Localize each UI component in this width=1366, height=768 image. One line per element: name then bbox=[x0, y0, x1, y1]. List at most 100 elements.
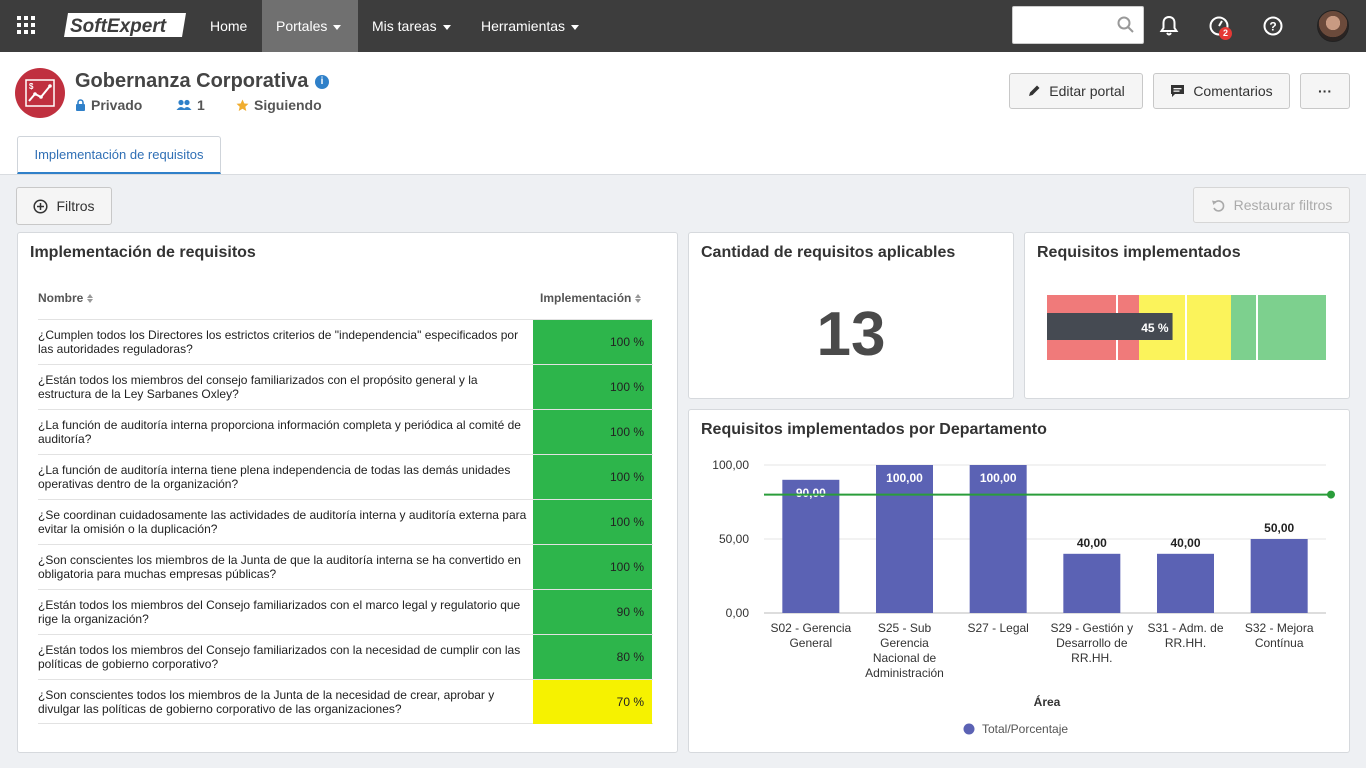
apps-grid-icon[interactable] bbox=[17, 16, 35, 34]
tab-implementacion-requisitos[interactable]: Implementación de requisitos bbox=[17, 136, 221, 174]
comment-icon bbox=[1171, 85, 1185, 97]
x-tick-label: Gerencia bbox=[880, 636, 929, 650]
x-tick-label: S31 - Adm. de bbox=[1147, 621, 1223, 635]
column-header-implementacion-label: Implementación bbox=[540, 291, 632, 305]
sort-icon bbox=[635, 293, 642, 303]
table-row[interactable]: ¿La función de auditoría interna tiene p… bbox=[38, 454, 653, 499]
users-icon bbox=[176, 99, 192, 110]
table-row[interactable]: ¿Se coordinan cuidadosamente las activid… bbox=[38, 499, 653, 544]
bell-icon[interactable] bbox=[1157, 14, 1181, 38]
requirement-name: ¿La función de auditoría interna tiene p… bbox=[38, 463, 511, 491]
filters-label: Filtros bbox=[56, 198, 95, 214]
department-bar-chart: 0,00 50,00 100,00 90,00 S02 - GerenciaGenera… bbox=[712, 458, 1335, 736]
implementation-value: 100 % bbox=[533, 410, 652, 454]
bar bbox=[1063, 553, 1121, 613]
x-tick-label: Administración bbox=[865, 666, 944, 680]
softexpert-logo[interactable]: SoftExpert bbox=[62, 11, 188, 39]
star-icon bbox=[236, 99, 249, 111]
gauge-value-label: 45 % bbox=[1141, 321, 1169, 335]
table-row[interactable]: ¿Están todos los miembros del Consejo fa… bbox=[38, 589, 653, 634]
members-label: 1 bbox=[197, 97, 205, 113]
privacy-label: Privado bbox=[91, 97, 143, 113]
svg-text:?: ? bbox=[1269, 20, 1276, 34]
department-chart-panel: Requisitos implementados por Departament… bbox=[688, 409, 1350, 753]
comments-button[interactable]: Comentarios bbox=[1153, 73, 1290, 109]
nav-herramientas[interactable]: Herramientas bbox=[467, 0, 593, 52]
portal-header: $ Gobernanza Corporativa i Privado 1 Sig… bbox=[0, 52, 1366, 175]
bar bbox=[969, 465, 1027, 613]
requirements-table-panel: Implementación de requisitos Nombre Impl… bbox=[17, 232, 678, 753]
pencil-icon bbox=[1029, 85, 1040, 96]
restore-filters-label: Restaurar filtros bbox=[1233, 197, 1333, 213]
requirement-name: ¿Cumplen todos los Directores los estric… bbox=[38, 328, 519, 356]
column-header-nombre[interactable]: Nombre bbox=[38, 291, 94, 305]
info-icon[interactable]: i bbox=[315, 75, 329, 89]
bar-value-label: 100,00 bbox=[980, 471, 1017, 485]
implemented-gauge-panel: Requisitos implementados 45 % bbox=[1024, 232, 1350, 399]
chevron-down-icon bbox=[442, 24, 451, 30]
help-icon[interactable]: ? bbox=[1261, 14, 1285, 38]
user-avatar[interactable] bbox=[1317, 10, 1349, 42]
nav-mis-tareas-label: Mis tareas bbox=[372, 18, 437, 34]
chart-trend-icon: $ bbox=[25, 79, 55, 107]
following-label: Siguiendo bbox=[254, 97, 322, 113]
edit-portal-button[interactable]: Editar portal bbox=[1009, 73, 1143, 109]
count-panel-title: Cantidad de requisitos aplicables bbox=[701, 244, 956, 261]
x-tick-label: RR.HH. bbox=[1071, 651, 1112, 665]
nav-home[interactable]: Home bbox=[196, 0, 261, 52]
table-row[interactable]: ¿La función de auditoría interna proporc… bbox=[38, 409, 653, 454]
table-row[interactable]: ¿Son conscientes los miembros de la Junt… bbox=[38, 544, 653, 589]
implementation-value: 100 % bbox=[533, 455, 652, 499]
table-row[interactable]: ¿Están todos los miembros del Consejo fa… bbox=[38, 634, 653, 679]
bar bbox=[1250, 539, 1308, 613]
bar-value-label: 90,00 bbox=[796, 486, 826, 500]
members-count[interactable]: 1 bbox=[176, 97, 205, 113]
notification-badge: 2 bbox=[1219, 27, 1232, 40]
privacy-status: Privado bbox=[75, 97, 142, 113]
portal-logo: $ bbox=[15, 68, 65, 118]
implementation-value: 80 % bbox=[533, 635, 652, 679]
x-tick-label: S27 - Legal bbox=[967, 621, 1028, 635]
y-tick-label: 0,00 bbox=[726, 606, 750, 620]
restore-filters-button[interactable]: Restaurar filtros bbox=[1193, 187, 1350, 223]
nav-portales[interactable]: Portales bbox=[262, 0, 358, 52]
comments-label: Comentarios bbox=[1193, 83, 1273, 99]
search-input[interactable] bbox=[1012, 6, 1144, 44]
requirement-name: ¿Están todos los miembros del consejo fa… bbox=[38, 373, 478, 401]
requirements-table-body: ¿Cumplen todos los Directores los estric… bbox=[38, 319, 653, 724]
gauge-band-high bbox=[1231, 295, 1326, 360]
nav-herramientas-label: Herramientas bbox=[481, 18, 566, 34]
chevron-down-icon bbox=[571, 24, 580, 30]
more-options-button[interactable]: ··· bbox=[1300, 73, 1350, 109]
nav-home-label: Home bbox=[210, 18, 248, 34]
requirement-name: ¿Se coordinan cuidadosamente las activid… bbox=[38, 508, 527, 536]
requirement-name: ¿Son conscientes los miembros de la Junt… bbox=[38, 553, 521, 581]
column-header-implementacion[interactable]: Implementación bbox=[540, 291, 642, 305]
table-panel-title: Implementación de requisitos bbox=[30, 244, 256, 261]
top-navbar: SoftExpert Home Portales Mis tareas Herr… bbox=[0, 0, 1366, 52]
x-tick-label: S25 - Sub bbox=[878, 621, 932, 635]
following-status[interactable]: Siguiendo bbox=[236, 97, 322, 113]
implementation-value: 100 % bbox=[533, 500, 652, 544]
table-row[interactable]: ¿Están todos los miembros del consejo fa… bbox=[38, 364, 653, 409]
implementation-value: 100 % bbox=[533, 545, 652, 589]
implementation-value: 90 % bbox=[533, 590, 652, 634]
search-icon[interactable] bbox=[1117, 16, 1135, 34]
nav-mis-tareas[interactable]: Mis tareas bbox=[358, 0, 465, 52]
filters-button[interactable]: Filtros bbox=[16, 187, 112, 225]
table-row[interactable]: ¿Cumplen todos los Directores los estric… bbox=[38, 319, 653, 364]
page-title: Gobernanza Corporativa bbox=[75, 70, 309, 92]
bar-value-label: 50,00 bbox=[1264, 521, 1294, 535]
x-tick-label: S02 - Gerencia bbox=[770, 621, 851, 635]
bar bbox=[1157, 553, 1214, 613]
plus-circle-icon bbox=[33, 198, 48, 214]
x-tick-label: RR.HH. bbox=[1165, 636, 1206, 650]
x-tick-label: General bbox=[789, 636, 832, 650]
x-tick-label: S32 - Mejora bbox=[1245, 621, 1314, 635]
bullet-gauge: 45 % bbox=[1047, 295, 1326, 360]
table-row[interactable]: ¿Son conscientes todos los miembros de l… bbox=[38, 679, 653, 724]
svg-text:$: $ bbox=[29, 82, 34, 91]
requirement-name: ¿Están todos los miembros del Consejo fa… bbox=[38, 643, 521, 671]
implementation-value: 100 % bbox=[533, 320, 652, 364]
bar-value-label: 40,00 bbox=[1077, 536, 1107, 550]
